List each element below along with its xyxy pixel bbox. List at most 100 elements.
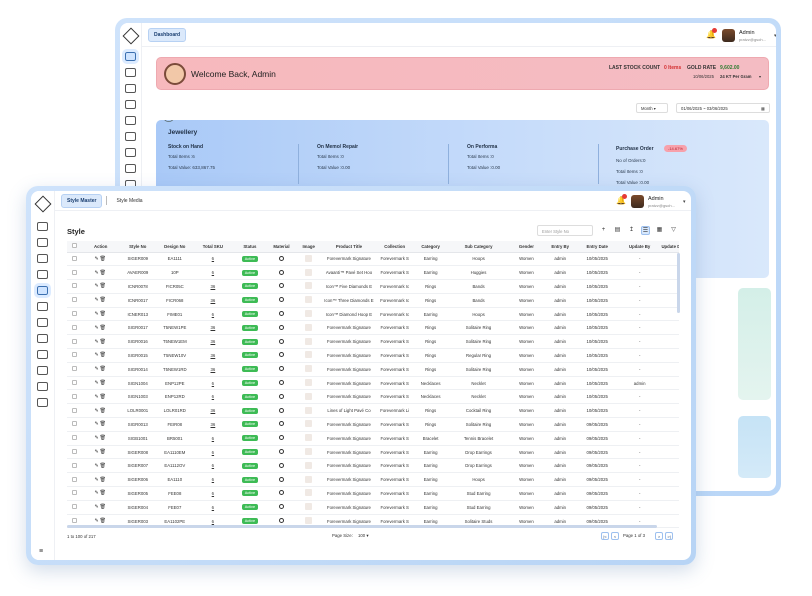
table-row[interactable]: ✎🗑 SIGER005 FEE08 6 Active Forevermark Signat… [67,486,679,501]
row-checkbox[interactable] [72,366,78,372]
row-actions[interactable]: ✎🗑 [94,283,107,289]
row-actions[interactable]: ✎🗑 [94,463,107,469]
sidebar-basket-icon[interactable] [37,366,48,375]
column-header[interactable]: Image [295,241,322,253]
table-row[interactable]: ✎🗑 SIGN1004 ENP12PE 6 Active Forevermark Sign… [67,376,679,391]
sidebar-user-icon[interactable] [37,254,48,263]
row-checkbox[interactable] [72,490,78,496]
sidebar-boxes-icon[interactable] [125,68,136,77]
column-header[interactable]: Action [82,241,120,253]
row-actions[interactable]: ✎🗑 [94,366,107,372]
table-row[interactable]: ✎🗑 SIGR0014 T5NEW1RD 36 Active Forevermark Si… [67,362,679,377]
row-checkbox[interactable] [72,449,78,455]
sidebar-handshake-icon[interactable] [125,164,136,173]
column-header[interactable]: Total SKU [193,241,233,253]
row-actions[interactable]: ✎🗑 [94,518,107,524]
horizontal-scrollbar[interactable] [67,525,657,528]
table-row[interactable]: ✎🗑 SIGR0013 FEIR08 36 Active Forevermark Sign… [67,417,679,432]
avatar[interactable] [631,195,644,208]
row-actions[interactable]: ✎🗑 [94,421,107,427]
row-checkbox[interactable] [72,283,78,289]
row-checkbox[interactable] [72,324,78,330]
menu-collapse-icon[interactable]: ≡ [39,548,43,555]
next-page-button[interactable]: > [655,532,663,540]
sidebar-handshake-icon[interactable] [37,318,48,327]
row-checkbox[interactable] [72,338,78,344]
column-header[interactable] [67,241,83,253]
row-checkbox[interactable] [72,255,78,261]
prev-page-button[interactable]: < [611,532,619,540]
sidebar-shop-icon[interactable] [37,350,48,359]
column-header[interactable]: Collection [376,241,414,253]
column-header[interactable]: Material [267,241,296,253]
table-row[interactable]: ✎🗑 SIGER008 EA1110EM 6 Active Forevermark Sig… [67,445,679,460]
sidebar-inventory-icon[interactable] [37,270,48,279]
table-row[interactable]: ✎🗑 SIGER006 EA1110 6 Active Forevermark Signa… [67,472,679,488]
sidebar-cart-icon[interactable] [37,334,48,343]
table-row[interactable]: ✎🗑 SIGER009 EA1111 6 Active Forevermark Signa… [67,252,679,267]
breadcrumb-dashboard[interactable]: Dashboard [148,27,187,42]
period-select[interactable]: Month ▾ [636,103,668,113]
tab-style-media[interactable]: Style Media [111,195,147,207]
gold-unit-chevron-down-icon[interactable]: ▾ [759,74,761,79]
row-actions[interactable]: ✎🗑 [94,490,107,496]
table-row[interactable]: ✎🗑 SIGR0015 T5NEW10V 36 Active Forevermark Si… [67,348,679,363]
row-actions[interactable]: ✎🗑 [94,477,107,483]
row-actions[interactable]: ✎🗑 [94,394,107,400]
row-actions[interactable]: ✎🗑 [94,435,107,441]
row-actions[interactable]: ✎🗑 [94,270,107,276]
row-checkbox[interactable] [72,476,78,482]
sidebar-inventory-icon[interactable] [125,100,136,109]
row-actions[interactable]: ✎🗑 [94,408,107,414]
column-header[interactable]: Entry By [543,241,577,253]
row-checkbox[interactable] [72,269,78,275]
row-actions[interactable]: ✎🗑 [94,352,107,358]
row-checkbox[interactable] [72,311,78,317]
row-actions[interactable]: ✎🗑 [94,449,107,455]
table-row[interactable]: ✎🗑 LOLR0001 LOLR01RD 36 Active Lines of Light… [67,403,679,419]
avatar[interactable] [722,29,735,42]
row-checkbox[interactable] [72,297,78,303]
column-header[interactable]: Update By [617,241,662,253]
column-header[interactable]: Design No [156,241,194,253]
column-header[interactable]: Product Title [321,241,377,253]
sidebar-boxes-icon[interactable] [37,238,48,247]
last-page-button[interactable]: >| [665,532,673,540]
row-checkbox[interactable] [72,352,78,358]
search-input[interactable]: Enter Style No [537,225,593,236]
upload-icon[interactable]: ↥ [627,226,636,235]
sidebar-gear-icon[interactable] [37,382,48,391]
sidebar-calendar-icon[interactable] [125,116,136,125]
row-checkbox[interactable] [72,435,78,441]
table-row[interactable]: ✎🗑 SIGB1001 BR5001 6 Active Forevermark Signa… [67,431,679,446]
sidebar-user-icon[interactable] [125,84,136,93]
filter-icon[interactable]: ▽ [669,226,678,235]
sidebar-dashboard-icon[interactable] [122,49,139,64]
row-checkbox[interactable] [72,462,78,468]
table-row[interactable]: ✎🗑 SIGN1003 ENP12RD 6 Active Forevermark Sign… [67,389,679,405]
column-header[interactable]: Update D [661,241,679,253]
column-header[interactable]: Sub Category [448,241,510,253]
row-checkbox[interactable] [72,407,78,413]
user-menu-chevron-down-icon[interactable]: ▾ [774,33,776,39]
sidebar-document-icon[interactable] [37,398,48,407]
row-actions[interactable]: ✎🗑 [94,325,107,331]
row-actions[interactable]: ✎🗑 [94,297,107,303]
add-icon[interactable]: + [599,226,608,235]
sidebar-diamond-icon[interactable] [34,283,51,298]
vertical-scrollbar[interactable] [677,253,680,313]
table-row[interactable]: ✎🗑 ICNR0078 FICR05C 36 Active Icon™ Five Diam… [67,279,679,294]
table-row[interactable]: ✎🗑 SIGER007 EA1112OV 6 Active Forevermark Sig… [67,458,679,474]
sidebar-dashboard-icon[interactable] [37,222,48,231]
table-row[interactable]: ✎🗑 SIGR0016 T5NEW1EM 36 Active Forevermark Si… [67,334,679,350]
first-page-button[interactable]: |< [601,532,609,540]
row-actions[interactable]: ✎🗑 [94,339,107,345]
row-actions[interactable]: ✎🗑 [94,256,107,262]
date-range-picker[interactable]: 01/06/2025 ~ 03/06/2025 ▦ [676,103,770,113]
table-row[interactable]: ✎🗑 SIGR0017 T5NEW1PE 36 Active Forevermark Si… [67,320,679,336]
table-row[interactable]: ✎🗑 ICNER013 FIME01 6 Active Icon™ Diamond Hoo… [67,307,679,322]
sidebar-report-icon[interactable] [37,302,48,311]
row-checkbox[interactable] [72,518,78,524]
page-size-select[interactable]: 100 ▾ [358,533,369,539]
table-row[interactable]: ✎🗑 SIGER004 FEE07 6 Active Forevermark Signat… [67,500,679,515]
